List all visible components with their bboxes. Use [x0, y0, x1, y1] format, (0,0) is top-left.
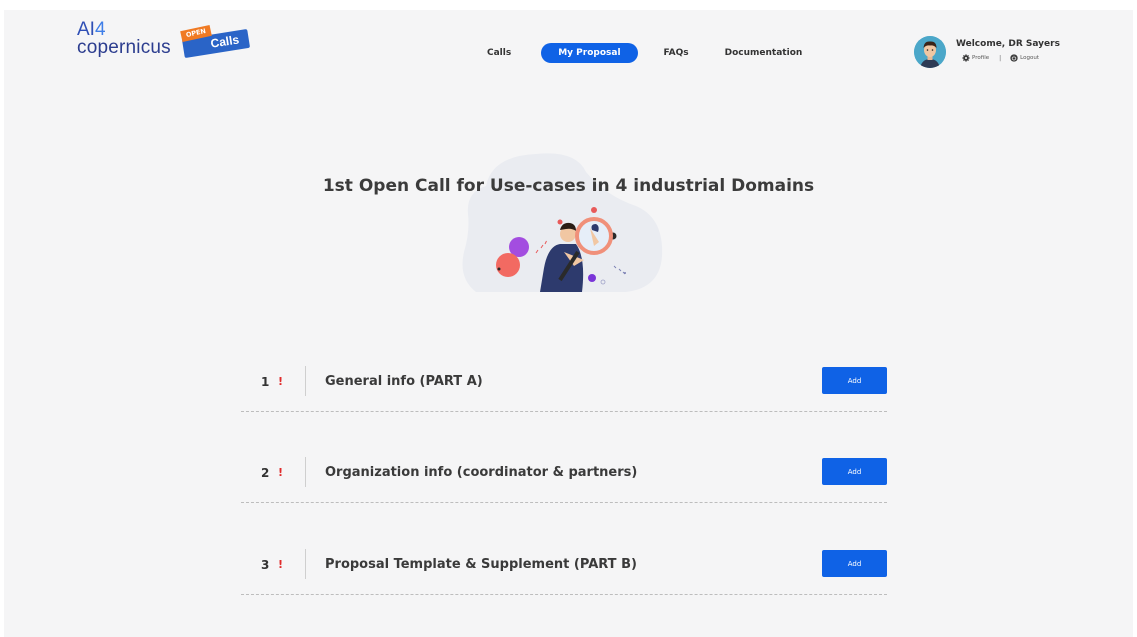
step-title: General info (PART A): [325, 374, 483, 389]
add-general-info-button[interactable]: Add: [822, 367, 887, 394]
power-icon: [1010, 54, 1018, 62]
step-number: 3: [261, 557, 270, 572]
open-calls-tag: Calls OPEN: [180, 25, 251, 59]
page-title: 1st Open Call for Use-cases in 4 industr…: [322, 176, 815, 196]
step-row: 1 ! General info (PART A) Add: [241, 352, 887, 412]
step-number: 1: [261, 374, 270, 389]
welcome-text: Welcome, DR Sayers: [956, 39, 1060, 49]
step-number: 2: [261, 465, 270, 480]
main-nav: Calls My Proposal FAQs Documentation: [475, 42, 814, 64]
user-links: Profile | Logout: [962, 54, 1039, 62]
step-title: Organization info (coordinator & partner…: [325, 465, 638, 480]
add-proposal-template-button[interactable]: Add: [822, 550, 887, 577]
nav-documentation[interactable]: Documentation: [713, 43, 815, 63]
avatar[interactable]: [914, 36, 946, 68]
divider: [305, 366, 306, 396]
user-links-separator: |: [999, 54, 1002, 62]
warning-icon: !: [278, 375, 284, 388]
gear-icon: [962, 54, 970, 62]
warning-icon: !: [278, 466, 284, 479]
nav-calls[interactable]: Calls: [475, 43, 523, 63]
profile-label: Profile: [972, 55, 990, 61]
profile-link[interactable]: Profile: [962, 54, 989, 62]
magnifier-person-illustration: [456, 148, 670, 298]
nav-faqs[interactable]: FAQs: [652, 43, 701, 63]
step-title: Proposal Template & Supplement (PART B): [325, 557, 637, 572]
logo-copernicus-text: copernicus: [77, 37, 171, 58]
divider: [305, 457, 306, 487]
nav-my-proposal[interactable]: My Proposal: [541, 43, 638, 63]
add-organization-info-button[interactable]: Add: [822, 458, 887, 485]
warning-icon: !: [278, 558, 284, 571]
logout-label: Logout: [1020, 55, 1039, 61]
ai4copernicus-logo[interactable]: AI4 copernicus Calls OPEN: [77, 19, 257, 68]
divider: [305, 549, 306, 579]
logout-link[interactable]: Logout: [1010, 54, 1039, 62]
step-row: 2 ! Organization info (coordinator & par…: [241, 443, 887, 503]
step-row: 3 ! Proposal Template & Supplement (PART…: [241, 535, 887, 595]
